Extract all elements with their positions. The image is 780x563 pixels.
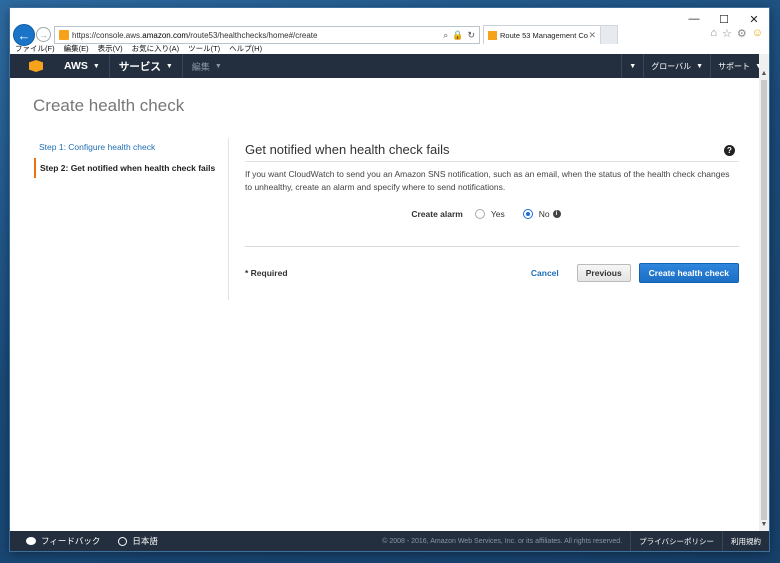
terms-link[interactable]: 利用規約 xyxy=(722,531,769,551)
chevron-down-icon: ▼ xyxy=(92,62,100,70)
globe-icon xyxy=(118,536,128,546)
menu-help[interactable]: ヘルプ(H) xyxy=(229,43,262,54)
notification-panel: Get notified when health check fails ? I… xyxy=(245,140,739,283)
scrollbar-thumb[interactable] xyxy=(761,80,767,520)
create-alarm-row: Create alarm Yes No i xyxy=(245,209,739,219)
wizard-steps: Step 1: Configure health check Step 2: G… xyxy=(34,137,224,178)
close-window-button[interactable]: ✕ xyxy=(739,11,769,27)
settings-gear-icon[interactable]: ⚙ xyxy=(737,27,747,40)
tab-favicon-icon xyxy=(488,30,497,40)
aws-menu[interactable]: AWS ▼ xyxy=(55,54,110,78)
region-menu[interactable]: グローバル ▼ xyxy=(643,54,710,78)
browser-window: — ☐ ✕ ← → https://console.aws.amazon.com… xyxy=(10,8,769,551)
browser-toolbar-icons: ⌂ ☆ ⚙ ☺ xyxy=(710,27,763,40)
nav-right: ▼ グローバル▼ サポート▼ xyxy=(621,54,769,78)
chevron-down-icon: ▼ xyxy=(696,62,704,70)
account-menu[interactable]: ▼ xyxy=(621,54,643,78)
main-content: Create health check Step 1: Configure he… xyxy=(10,78,759,531)
section-separator xyxy=(245,246,739,247)
feedback-smiley-icon[interactable]: ☺ xyxy=(752,27,763,40)
browser-chrome: — ☐ ✕ ← → https://console.aws.amazon.com… xyxy=(10,8,769,54)
chevron-down-icon: ▼ xyxy=(165,62,173,70)
menu-tools[interactable]: ツール(T) xyxy=(188,43,220,54)
aws-cube-logo-icon[interactable] xyxy=(29,60,43,72)
no-label[interactable]: No xyxy=(539,209,550,219)
language-selector[interactable]: 日本語 xyxy=(109,531,167,551)
edit-menu[interactable]: 編集 ▼ xyxy=(183,54,231,78)
scroll-up-icon[interactable]: ▲ xyxy=(759,68,769,78)
aws-top-nav: AWS▼ サービス▼ 編集▼ ▼ グローバル▼ サポート▼ xyxy=(10,54,769,78)
menu-bar: ファイル(F) 編集(E) 表示(V) お気に入り(A) ツール(T) ヘルプ(… xyxy=(10,42,769,54)
services-menu[interactable]: サービス ▼ xyxy=(110,54,183,78)
info-icon[interactable]: i xyxy=(552,210,561,218)
form-actions: * Required Cancel Previous Create health… xyxy=(245,263,739,283)
action-buttons: Cancel Previous Create health check xyxy=(527,263,739,283)
minimize-button[interactable]: — xyxy=(679,11,709,27)
alarm-option-no[interactable]: No i xyxy=(522,209,561,219)
privacy-policy-link[interactable]: プライバシーポリシー xyxy=(630,531,722,551)
cancel-button[interactable]: Cancel xyxy=(527,268,563,278)
forward-arrow-icon[interactable]: → xyxy=(36,27,51,42)
previous-button[interactable]: Previous xyxy=(576,264,631,282)
refresh-icon[interactable]: ↻ xyxy=(467,30,475,41)
site-favicon-icon xyxy=(59,30,69,40)
alarm-option-yes[interactable]: Yes xyxy=(474,209,505,219)
required-note: * Required xyxy=(245,268,288,278)
column-divider xyxy=(228,138,229,300)
maximize-button[interactable]: ☐ xyxy=(709,11,739,27)
lock-icon[interactable]: 🔒 xyxy=(452,30,463,41)
no-radio[interactable] xyxy=(522,209,533,219)
feedback-link[interactable]: フィードバック xyxy=(10,531,109,551)
chevron-down-icon: ▼ xyxy=(214,62,222,70)
yes-label[interactable]: Yes xyxy=(491,209,505,219)
tab-title: Route 53 Management Con... xyxy=(500,30,588,40)
menu-view[interactable]: 表示(V) xyxy=(98,43,123,54)
menu-edit[interactable]: 編集(E) xyxy=(64,43,89,54)
menu-favorites[interactable]: お気に入り(A) xyxy=(132,43,180,54)
yes-radio[interactable] xyxy=(474,209,485,219)
create-alarm-label: Create alarm xyxy=(411,209,463,219)
tab-close-icon[interactable]: ✕ xyxy=(588,30,600,41)
copyright-text: © 2008 - 2016, Amazon Web Services, Inc.… xyxy=(382,537,623,545)
address-url[interactable]: https://console.aws.amazon.com/route53/h… xyxy=(72,31,443,40)
step-1-link[interactable]: Step 1: Configure health check xyxy=(34,137,224,157)
favorites-star-icon[interactable]: ☆ xyxy=(722,27,732,40)
console-footer: フィードバック 日本語 © 2008 - 2016, Amazon Web Se… xyxy=(10,531,769,551)
address-tools: ⌕ 🔒 ↻ xyxy=(443,30,479,41)
chevron-down-icon: ▼ xyxy=(629,62,637,70)
speech-bubble-icon xyxy=(26,537,36,545)
window-controls: — ☐ ✕ xyxy=(679,11,769,27)
step-2-current: Step 2: Get notified when health check f… xyxy=(34,158,224,178)
page-title: Create health check xyxy=(33,96,185,115)
create-health-check-button[interactable]: Create health check xyxy=(638,263,739,283)
home-icon[interactable]: ⌂ xyxy=(710,27,717,40)
vertical-scrollbar[interactable]: ▲ ▼ xyxy=(759,54,769,531)
panel-title: Get notified when health check fails xyxy=(245,140,739,162)
help-icon[interactable]: ? xyxy=(724,145,735,156)
scroll-down-icon[interactable]: ▼ xyxy=(759,519,769,529)
menu-file[interactable]: ファイル(F) xyxy=(15,43,55,54)
panel-description: If you want CloudWatch to send you an Am… xyxy=(245,169,730,192)
search-icon[interactable]: ⌕ xyxy=(443,30,448,41)
